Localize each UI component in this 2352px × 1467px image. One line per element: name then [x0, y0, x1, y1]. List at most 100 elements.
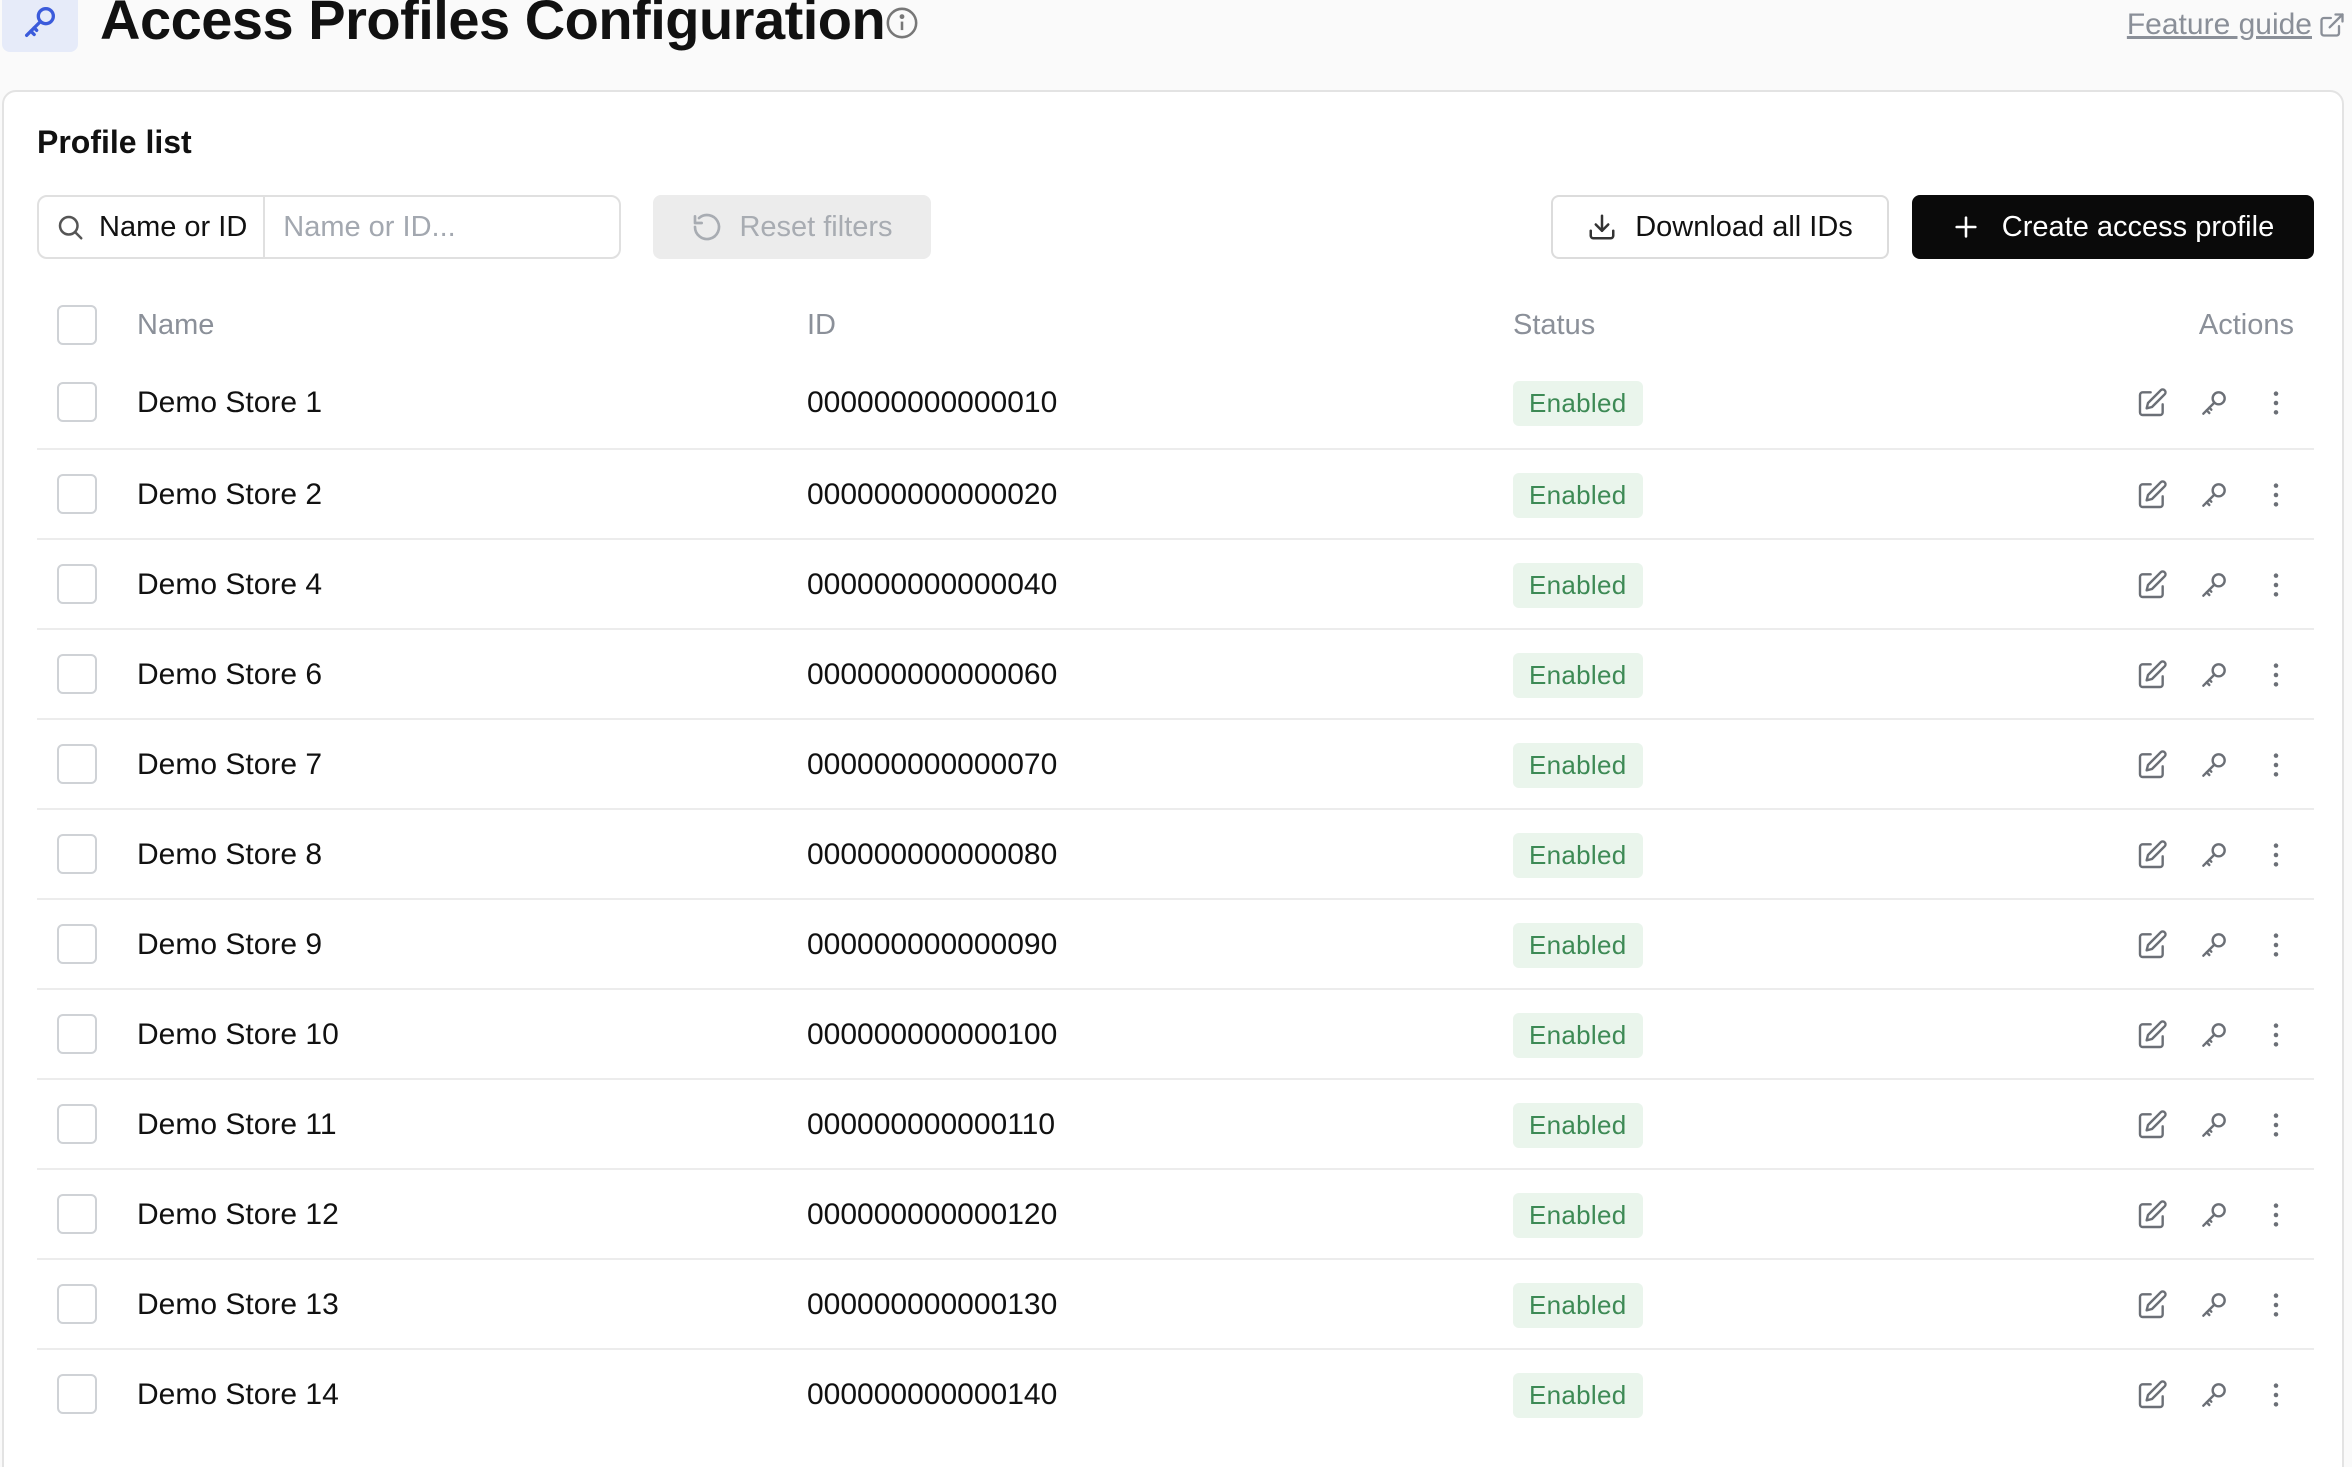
- status-badge: Enabled: [1513, 472, 1643, 518]
- more-options-icon[interactable]: [2258, 747, 2294, 783]
- row-checkbox[interactable]: [57, 382, 97, 422]
- row-checkbox[interactable]: [57, 1104, 97, 1144]
- status-cell: Enabled: [1513, 358, 1643, 448]
- status-cell: Enabled: [1513, 450, 1643, 540]
- more-options-icon[interactable]: [2258, 567, 2294, 603]
- status-badge: Enabled: [1513, 922, 1643, 968]
- more-options-icon[interactable]: [2258, 1287, 2294, 1323]
- edit-icon[interactable]: [2134, 1287, 2170, 1323]
- status-cell: Enabled: [1513, 630, 1643, 720]
- row-checkbox[interactable]: [57, 474, 97, 514]
- row-checkbox[interactable]: [57, 1284, 97, 1324]
- profile-name: Demo Store 12: [137, 1198, 339, 1231]
- status-cell: Enabled: [1513, 1080, 1643, 1170]
- download-all-ids-button[interactable]: Download all IDs: [1551, 195, 1889, 259]
- page-header: Access Profiles Configuration Feature gu…: [0, 0, 2352, 90]
- row-checkbox[interactable]: [57, 1194, 97, 1234]
- table-header: Name ID Status Actions: [37, 292, 2314, 358]
- key-icon[interactable]: [2196, 747, 2232, 783]
- table-row: Demo Store 11 000000000000110 Enabled: [37, 1078, 2314, 1168]
- column-header-status: Status: [1513, 308, 1596, 341]
- more-options-icon[interactable]: [2258, 657, 2294, 693]
- status-badge: Enabled: [1513, 1012, 1643, 1058]
- row-checkbox[interactable]: [57, 1374, 97, 1414]
- profile-name: Demo Store 7: [137, 748, 323, 781]
- info-icon[interactable]: [885, 6, 919, 40]
- filter-field-select[interactable]: Name or ID: [39, 197, 266, 257]
- more-options-icon[interactable]: [2258, 1107, 2294, 1143]
- key-icon[interactable]: [2196, 385, 2232, 421]
- reset-filters-button[interactable]: Reset filters: [653, 195, 931, 259]
- row-checkbox[interactable]: [57, 564, 97, 604]
- create-access-profile-button[interactable]: Create access profile: [1912, 195, 2314, 259]
- edit-icon[interactable]: [2134, 477, 2170, 513]
- external-link-icon: [2320, 13, 2344, 37]
- row-actions: [2134, 810, 2294, 900]
- profile-id: 000000000000060: [807, 658, 1058, 691]
- profile-name: Demo Store 8: [137, 838, 323, 871]
- table-row: Demo Store 4 000000000000040 Enabled: [37, 538, 2314, 628]
- status-cell: Enabled: [1513, 810, 1643, 900]
- more-options-icon[interactable]: [2258, 477, 2294, 513]
- edit-icon[interactable]: [2134, 747, 2170, 783]
- profiles-table: Name ID Status Actions Demo Store 1 0000…: [37, 292, 2314, 1438]
- key-icon[interactable]: [2196, 1107, 2232, 1143]
- profile-name: Demo Store 13: [137, 1288, 339, 1321]
- profile-id: 000000000000040: [807, 568, 1058, 601]
- plus-icon: [1955, 216, 1977, 238]
- key-icon[interactable]: [2196, 927, 2232, 963]
- row-checkbox[interactable]: [57, 924, 97, 964]
- more-options-icon[interactable]: [2258, 1377, 2294, 1413]
- table-row: Demo Store 8 000000000000080 Enabled: [37, 808, 2314, 898]
- key-icon[interactable]: [2196, 1377, 2232, 1413]
- key-icon[interactable]: [2196, 1017, 2232, 1053]
- column-header-name: Name: [137, 308, 215, 341]
- status-badge: Enabled: [1513, 1372, 1643, 1418]
- row-checkbox[interactable]: [57, 654, 97, 694]
- more-options-icon[interactable]: [2258, 1197, 2294, 1233]
- table-row: Demo Store 7 000000000000070 Enabled: [37, 718, 2314, 808]
- row-checkbox[interactable]: [57, 1014, 97, 1054]
- edit-icon[interactable]: [2134, 385, 2170, 421]
- row-actions: [2134, 450, 2294, 540]
- filter-select-label: Name or ID: [99, 210, 248, 243]
- feature-guide-link[interactable]: Feature guide: [2127, 8, 2346, 42]
- edit-icon[interactable]: [2134, 1017, 2170, 1053]
- table-row: Demo Store 9 000000000000090 Enabled: [37, 898, 2314, 988]
- more-options-icon[interactable]: [2258, 927, 2294, 963]
- search-input[interactable]: [265, 197, 619, 257]
- key-icon[interactable]: [2196, 837, 2232, 873]
- feature-guide-label: Feature guide: [2126, 8, 2312, 41]
- edit-icon[interactable]: [2134, 567, 2170, 603]
- edit-icon[interactable]: [2134, 1377, 2170, 1413]
- row-checkbox[interactable]: [57, 834, 97, 874]
- edit-icon[interactable]: [2134, 1107, 2170, 1143]
- more-options-icon[interactable]: [2258, 837, 2294, 873]
- profile-id: 000000000000010: [807, 386, 1058, 419]
- profile-name: Demo Store 4: [137, 568, 323, 601]
- row-actions: [2134, 1170, 2294, 1260]
- key-icon[interactable]: [2196, 477, 2232, 513]
- key-icon[interactable]: [2196, 1197, 2232, 1233]
- edit-icon[interactable]: [2134, 657, 2170, 693]
- edit-icon[interactable]: [2134, 927, 2170, 963]
- key-icon[interactable]: [2196, 1287, 2232, 1323]
- column-header-actions: Actions: [2198, 308, 2294, 341]
- row-actions: [2134, 540, 2294, 630]
- profile-id: 000000000000120: [807, 1198, 1058, 1231]
- status-badge: Enabled: [1513, 652, 1643, 698]
- row-checkbox[interactable]: [57, 744, 97, 784]
- edit-icon[interactable]: [2134, 837, 2170, 873]
- page-title: Access Profiles Configuration: [100, 0, 886, 51]
- status-cell: Enabled: [1513, 1170, 1643, 1260]
- more-options-icon[interactable]: [2258, 385, 2294, 421]
- row-actions: [2134, 990, 2294, 1080]
- status-badge: Enabled: [1513, 1282, 1643, 1328]
- more-options-icon[interactable]: [2258, 1017, 2294, 1053]
- key-icon[interactable]: [2196, 567, 2232, 603]
- edit-icon[interactable]: [2134, 1197, 2170, 1233]
- select-all-checkbox[interactable]: [57, 305, 97, 345]
- column-header-id: ID: [807, 308, 836, 341]
- table-row: Demo Store 1 000000000000010 Enabled: [37, 358, 2314, 448]
- key-icon[interactable]: [2196, 657, 2232, 693]
